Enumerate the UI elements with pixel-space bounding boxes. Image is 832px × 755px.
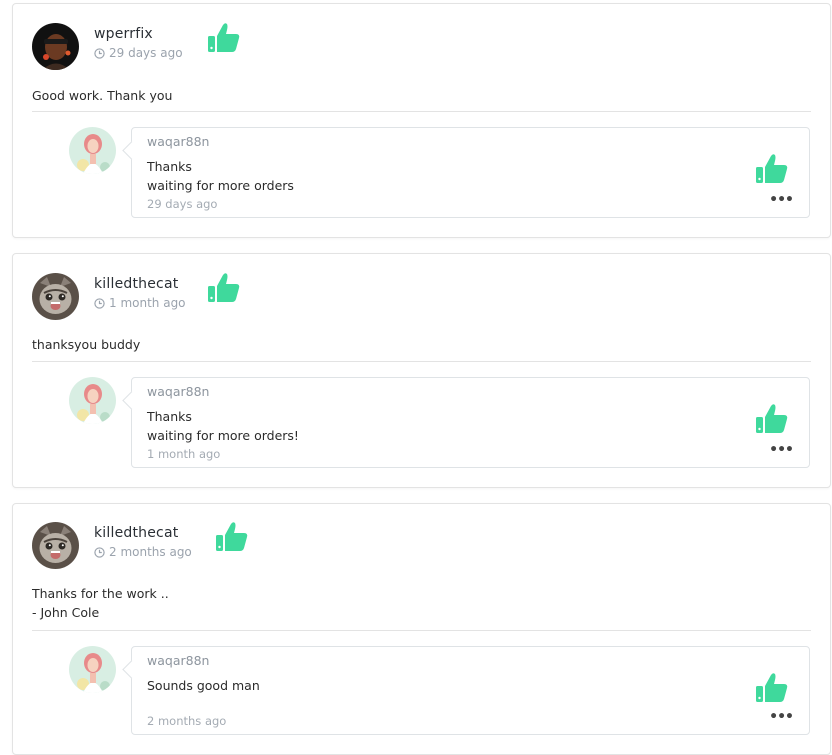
review-text: Good work. Thank you	[32, 88, 173, 103]
reviewer-name[interactable]: wperrfix	[94, 26, 153, 42]
reply-bubble: waqar88n Thanks waiting for more orders!…	[131, 377, 810, 468]
review-time-text: 29 days ago	[109, 46, 183, 60]
more-dots-icon[interactable]: •••	[769, 192, 794, 208]
review-time-text: 1 month ago	[109, 296, 186, 310]
review-time-text: 2 months ago	[109, 545, 192, 559]
reply-bubble: waqar88n Sounds good man 2 months ago ••…	[131, 646, 810, 735]
reviewer-name[interactable]: killedthecat	[94, 276, 178, 292]
divider	[32, 630, 811, 631]
thumbs-up-icon[interactable]	[755, 402, 789, 436]
reply-text: Sounds good man	[147, 678, 260, 693]
review-time: 1 month ago	[94, 296, 186, 310]
review-card: wperrfix 29 days ago Good work. Thank yo…	[12, 3, 831, 238]
reply-username[interactable]: waqar88n	[147, 384, 209, 399]
review-text: Thanks for the work .. - John Cole	[32, 586, 169, 620]
thumbs-up-icon[interactable]	[755, 671, 789, 705]
avatar[interactable]	[69, 377, 116, 424]
avatar[interactable]	[69, 646, 116, 693]
reviewer-name[interactable]: killedthecat	[94, 525, 178, 541]
more-dots-icon[interactable]: •••	[769, 442, 794, 458]
seller-avatar-icon	[69, 127, 116, 174]
avatar[interactable]	[32, 23, 79, 70]
review-card: killedthecat 1 month ago thanksyou buddy…	[12, 253, 831, 488]
user-avatar-icon	[32, 23, 79, 70]
reply-text: Thanks waiting for more orders	[147, 159, 294, 193]
thumbs-up-icon[interactable]	[207, 271, 241, 305]
reply-time: 29 days ago	[147, 197, 218, 211]
clock-icon	[94, 546, 105, 558]
seller-avatar-icon	[69, 646, 116, 693]
reply-time: 2 months ago	[147, 714, 227, 728]
seller-avatar-icon	[69, 377, 116, 424]
avatar[interactable]	[32, 522, 79, 569]
reply-time: 1 month ago	[147, 447, 221, 461]
review-card: killedthecat 2 months ago Thanks for the…	[12, 503, 831, 755]
divider	[32, 361, 811, 362]
reply-username[interactable]: waqar88n	[147, 134, 209, 149]
clock-icon	[94, 47, 105, 59]
clock-icon	[94, 297, 105, 309]
reply-bubble: waqar88n Thanks waiting for more orders …	[131, 127, 810, 218]
thumbs-up-icon[interactable]	[207, 21, 241, 55]
divider	[32, 111, 811, 112]
reply-text: Thanks waiting for more orders!	[147, 409, 299, 443]
review-time: 29 days ago	[94, 46, 183, 60]
thumbs-up-icon[interactable]	[755, 152, 789, 186]
cat-avatar-icon	[32, 273, 79, 320]
avatar[interactable]	[32, 273, 79, 320]
avatar[interactable]	[69, 127, 116, 174]
review-time: 2 months ago	[94, 545, 192, 559]
review-text: thanksyou buddy	[32, 337, 141, 352]
thumbs-up-icon[interactable]	[215, 520, 249, 554]
reply-username[interactable]: waqar88n	[147, 653, 209, 668]
more-dots-icon[interactable]: •••	[769, 709, 794, 725]
cat-avatar-icon	[32, 522, 79, 569]
